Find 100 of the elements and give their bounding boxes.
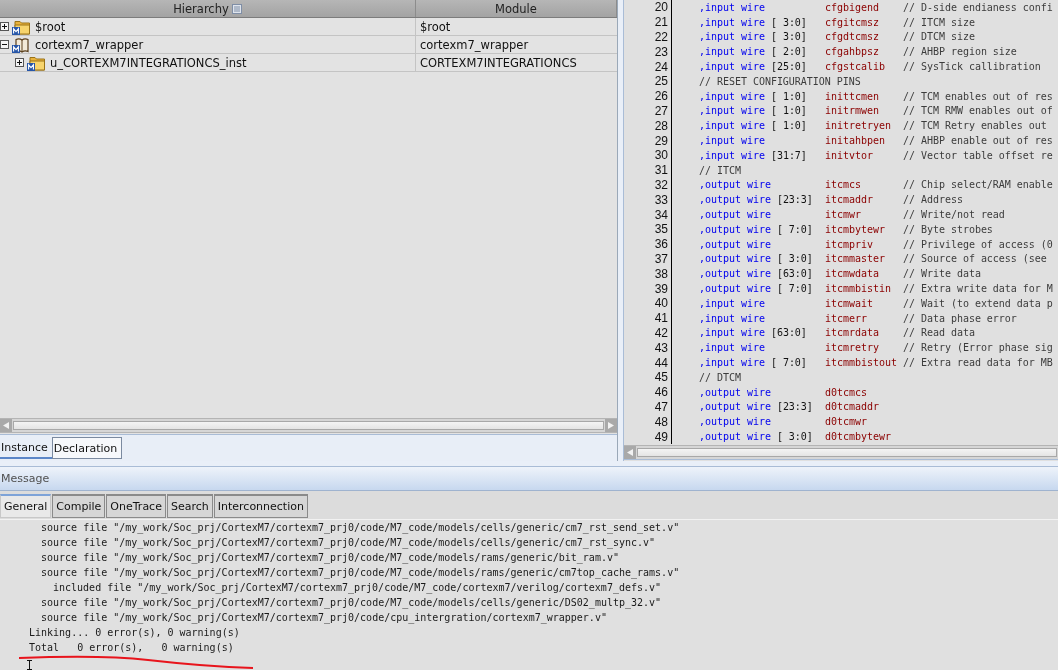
bit-range: [ 1:0] — [770, 120, 807, 132]
signal-name: cfgahbpsz — [825, 46, 879, 58]
signal-name: itcmretry — [825, 342, 879, 354]
code-keyword: ,input wire — [699, 149, 765, 161]
signal-name: d0tcmcs — [825, 386, 867, 398]
code-keyword: ,output wire — [699, 238, 771, 250]
line-number: 21 — [654, 15, 668, 30]
code-keyword: ,output wire — [699, 431, 771, 442]
log-line: source file "/my_work/Soc_prj/CortexM7/cortexm7_prj0/code/M7_code/models/rams/generic/cm7top_cache_rams.v" — [41, 566, 680, 580]
folder-icon — [12, 18, 30, 35]
scrollbar-thumb[interactable] — [637, 448, 1057, 457]
code-comment: // Read data — [903, 327, 975, 339]
log-line: source file "/my_work/Soc_prj/CortexM7/cortexm7_prj0/code/M7_code/models/cells/generic/cm7_rst_sync.v" — [41, 536, 656, 550]
tab[interactable]: OneTrace — [106, 494, 166, 518]
line-number: 27 — [654, 103, 668, 118]
code-keyword: ,input wire — [699, 46, 765, 58]
instance-name: $root — [35, 19, 66, 34]
signal-name: itcmpriv — [825, 238, 873, 250]
tree-row[interactable]: u_CORTEXM7INTEGRATIONCS_inst CORTEXM7INTEGRATIONCS — [0, 54, 617, 72]
line-number: 46 — [654, 385, 668, 400]
scroll-left-icon[interactable] — [0, 419, 12, 432]
line-number: 25 — [654, 74, 668, 89]
code-comment: // AHBP enable out of res — [903, 135, 1053, 147]
instance-name: cortexm7_wrapper — [35, 37, 144, 52]
bit-range: [31:7] — [770, 149, 807, 161]
signal-name: itcmmaster — [825, 253, 885, 265]
signal-name: initretryen — [825, 120, 891, 132]
bit-range: [ 3:0] — [776, 253, 813, 265]
expand-icon[interactable] — [0, 22, 9, 31]
code-comment: // Address — [903, 194, 963, 206]
code-keyword: ,output wire — [699, 179, 771, 191]
tab[interactable]: Search — [166, 494, 213, 518]
bit-range: [ 7:0] — [776, 283, 813, 295]
bit-range: [25:0] — [770, 61, 807, 73]
horizontal-scrollbar[interactable] — [0, 418, 617, 433]
expand-icon[interactable] — [15, 58, 24, 67]
text-cursor-icon — [27, 660, 32, 670]
bit-range: [ 3:0] — [770, 16, 807, 28]
tab[interactable]: Interconnection — [213, 494, 308, 518]
tree-row[interactable]: $root $root — [0, 18, 617, 36]
code-comment: // AHBP region size — [903, 46, 1017, 58]
line-number: 39 — [654, 281, 668, 296]
code-keyword: ,output wire — [699, 401, 771, 413]
line-number: 29 — [654, 133, 668, 148]
line-number: 32 — [654, 177, 668, 192]
line-number: 36 — [654, 237, 668, 252]
signal-name: itcmmbistout — [825, 357, 897, 368]
scrollbar-thumb[interactable] — [13, 421, 604, 430]
bit-range: [ 1:0] — [770, 105, 807, 117]
tree-row[interactable]: cortexm7_wrapper cortexm7_wrapper — [0, 36, 617, 54]
horizontal-scrollbar[interactable] — [624, 445, 1058, 460]
line-number: 35 — [654, 222, 668, 237]
code-comment: // Privilege of access (0 — [903, 238, 1053, 250]
code-comment: // D-side endianess confi — [903, 1, 1053, 13]
code-comment: // Chip select/RAM enable — [903, 179, 1053, 191]
line-number: 47 — [654, 399, 668, 414]
code-comment: // RESET CONFIGURATION PINS — [699, 75, 861, 87]
line-number: 20 — [654, 0, 668, 15]
bit-range: [ 2:0] — [770, 46, 807, 58]
signal-name: itcmrdata — [825, 327, 879, 339]
bit-range: [63:0] — [776, 268, 813, 280]
scroll-left-icon[interactable] — [624, 446, 636, 459]
signal-name: itcmwr — [825, 209, 861, 221]
list-icon[interactable] — [231, 3, 242, 14]
code-comment: // TCM Retry enables out — [903, 120, 1047, 132]
signal-name: itcmcs — [825, 179, 861, 191]
signal-name: cfgstcalib — [825, 61, 885, 73]
column-header[interactable]: Module — [416, 0, 617, 17]
code-comment: // Extra write data for M — [903, 283, 1053, 295]
tab[interactable]: Declaration — [51, 437, 123, 459]
line-number: 49 — [654, 429, 668, 444]
signal-name: initvtor — [825, 149, 873, 161]
line-number: 31 — [654, 163, 668, 178]
bit-range: [ 7:0] — [776, 223, 813, 235]
code-keyword: ,output wire — [699, 209, 771, 221]
signal-name: d0tcmbytewr — [825, 431, 891, 442]
collapse-icon[interactable] — [0, 40, 9, 49]
code-comment: // Extra read data for MB — [903, 357, 1053, 368]
column-header[interactable]: Hierarchy — [0, 0, 416, 17]
code-keyword: ,output wire — [699, 283, 771, 295]
code-keyword: ,output wire — [699, 194, 771, 206]
tab[interactable]: Compile — [52, 494, 106, 518]
module-name: cortexm7_wrapper — [420, 37, 529, 52]
code-keyword: ,input wire — [699, 357, 765, 368]
code-comment: // Source of access (see — [903, 253, 1047, 265]
scroll-right-icon[interactable] — [605, 419, 617, 432]
tab[interactable]: General — [0, 494, 52, 518]
code-comment: // SysTick callibration — [903, 61, 1041, 73]
signal-name: cfgbigend — [825, 1, 879, 13]
code-comment: // Byte strobes — [903, 223, 993, 235]
signal-name: itcmaddr — [825, 194, 873, 206]
bit-range: [ 3:0] — [770, 31, 807, 43]
line-number: 22 — [654, 30, 668, 44]
book-icon — [12, 36, 30, 53]
instance-name: u_CORTEXM7INTEGRATIONCS_inst — [50, 55, 247, 70]
signal-name: itcmbytewr — [825, 223, 885, 235]
log-line: Linking... 0 error(s), 0 warning(s) — [29, 626, 240, 640]
code-keyword: ,input wire — [699, 135, 765, 147]
line-number: 44 — [654, 355, 668, 370]
bit-range: [ 1:0] — [770, 90, 807, 102]
